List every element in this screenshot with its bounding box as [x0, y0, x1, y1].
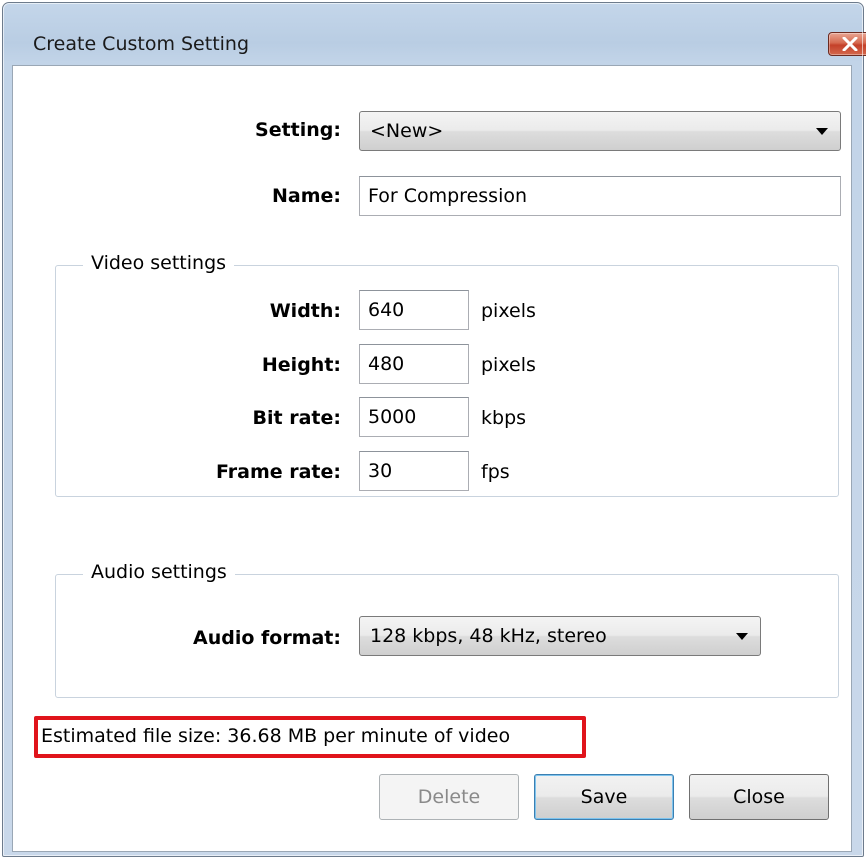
chevron-down-icon — [816, 128, 828, 135]
bitrate-input[interactable] — [360, 398, 468, 436]
height-input[interactable] — [360, 345, 468, 383]
dialog-content: Setting: <New> Name: Video settings Widt… — [12, 65, 852, 852]
width-label: Width: — [269, 300, 341, 322]
close-button[interactable]: Close — [689, 774, 829, 820]
framerate-field[interactable] — [359, 451, 469, 491]
delete-button[interactable]: Delete — [379, 774, 519, 820]
height-label: Height: — [261, 354, 341, 376]
title-bar[interactable]: Create Custom Setting — [3, 3, 866, 65]
name-field[interactable] — [359, 176, 841, 216]
dialog-window: Create Custom Setting Setting: <New> Nam… — [2, 2, 866, 857]
audio-settings-caption: Audio settings — [83, 561, 235, 583]
window-title: Create Custom Setting — [33, 33, 250, 55]
width-unit: pixels — [481, 300, 536, 322]
height-unit: pixels — [481, 354, 536, 376]
bitrate-unit: kbps — [481, 407, 527, 429]
estimated-file-size: Estimated file size: 36.68 MB per minute… — [41, 725, 511, 747]
close-x-icon — [842, 37, 858, 51]
width-field[interactable] — [359, 290, 469, 330]
close-window-button[interactable] — [828, 32, 866, 56]
height-field[interactable] — [359, 344, 469, 384]
bitrate-label: Bit rate: — [252, 407, 341, 429]
name-input[interactable] — [360, 177, 840, 215]
save-button[interactable]: Save — [534, 774, 674, 820]
audio-format-label: Audio format: — [192, 627, 341, 649]
name-label: Name: — [271, 185, 341, 207]
setting-label: Setting: — [255, 119, 341, 141]
width-input[interactable] — [360, 291, 468, 329]
setting-dropdown-value: <New> — [370, 120, 444, 142]
setting-dropdown[interactable]: <New> — [359, 111, 841, 151]
audio-format-value: 128 kbps, 48 kHz, stereo — [370, 625, 607, 647]
chevron-down-icon — [736, 633, 748, 640]
bitrate-field[interactable] — [359, 397, 469, 437]
framerate-input[interactable] — [360, 452, 468, 490]
framerate-unit: fps — [481, 461, 510, 483]
audio-format-dropdown[interactable]: 128 kbps, 48 kHz, stereo — [359, 616, 761, 656]
framerate-label: Frame rate: — [215, 461, 341, 483]
video-settings-caption: Video settings — [83, 252, 235, 274]
